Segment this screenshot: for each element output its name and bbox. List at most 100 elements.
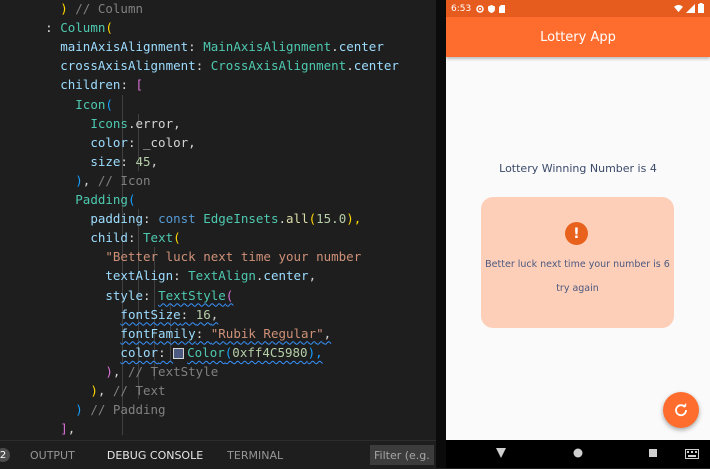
code-line[interactable]: color: Color(0xff4C5980), [0,343,323,362]
code-line[interactable]: size: 45, [0,152,158,171]
code-token: ( [105,96,113,112]
code-token: color [90,134,128,150]
status-bar: 6:53 [446,0,710,17]
code-token: ( [225,287,234,303]
code-line[interactable]: ) // Padding [0,400,165,419]
code-token: children [60,77,121,93]
code-token: ) [105,363,113,379]
home-circle-icon[interactable] [572,447,584,459]
code-token: , [67,421,76,437]
code-line[interactable]: "Better luck next time your number [0,247,361,266]
code-token: : [195,58,211,74]
code-token: // TextStyle [127,363,219,379]
code-token: : [143,211,159,227]
code-token: CrossAxisAlignment [210,58,347,74]
tab-debug-console[interactable]: DEBUG CONSOLE [107,443,203,468]
code-editor[interactable]: ) // Column : Column( mainAxisAlignment:… [0,0,436,440]
code-token: ), [307,344,323,360]
code-line[interactable]: ), // TextStyle [0,362,218,381]
code-token: mainAxisAlignment [60,39,189,55]
code-token: . [346,58,354,74]
try-again-text: try again [556,283,599,294]
code-token: . [331,39,339,55]
code-token: , [82,172,98,188]
refresh-button[interactable] [663,392,699,428]
code-token: Icons [90,115,128,131]
code-token: const [158,211,204,227]
code-token: : [127,230,144,246]
code-token: ( [173,230,181,246]
code-line[interactable]: padding: const EdgeInsets.all(15.0), [0,209,361,228]
code-line[interactable]: crossAxisAlignment: CrossAxisAlignment.c… [0,56,399,75]
tab-output[interactable]: OUTPUT [30,443,75,468]
code-token: , [97,383,113,398]
code-token: , [112,363,128,379]
app-title: Lottery App [540,29,616,45]
pane-divider [436,0,446,468]
winning-number-text: Lottery Winning Number is 4 [499,162,657,175]
code-line[interactable]: children: [ [0,75,143,94]
code-token: Text [143,230,174,246]
code-token: .error, [127,115,181,131]
code-line[interactable]: mainAxisAlignment: MainAxisAlignment.cen… [0,37,384,56]
code-line[interactable]: : Column( [0,18,113,37]
code-token: : [195,325,211,341]
code-token: Padding [75,192,128,207]
code-token: ) [75,172,83,188]
panel-tab-bar: 2 OUTPUT DEBUG CONSOLE TERMINAL [0,440,436,469]
keyboard-icon[interactable] [685,449,699,459]
code-token: fontFamily [120,325,196,341]
code-token: all [286,211,309,227]
code-line[interactable]: textAlign: TextAlign.center, [0,266,316,285]
code-line[interactable]: Icons.error, [0,114,181,133]
code-token: TextStyle [158,287,226,303]
code-line[interactable]: ), // Icon [0,171,151,190]
code-line[interactable]: color: _color, [0,133,196,152]
phone-emulator: 6:53 Lottery App Lottery Winning Number … [446,0,710,468]
code-line[interactable]: ), // Text [0,381,165,400]
code-token: , [323,325,332,341]
wifi-icon [674,4,683,12]
code-line[interactable]: style: TextStyle( [0,286,233,305]
recents-square-icon[interactable] [647,447,659,459]
code-line[interactable]: fontSize: 16, [0,305,218,324]
code-line[interactable]: ) // Column [0,0,143,18]
code-token: size [90,153,121,169]
sd-card-icon [499,4,506,13]
code-token: child [90,230,128,246]
tab-terminal[interactable]: TERMINAL [227,443,283,468]
status-time: 6:53 [451,3,472,14]
code-token: [ [135,77,144,93]
status-notification-icons [476,4,506,13]
problems-count-badge[interactable]: 2 [0,448,10,462]
code-token: ), [346,211,362,227]
back-triangle-icon[interactable] [495,447,507,459]
code-line[interactable]: child: Text( [0,228,181,247]
code-line[interactable]: ], [0,419,75,438]
code-token: // Icon [97,172,151,188]
code-token: . [278,211,287,227]
code-token: : _color, [127,134,196,150]
code-token: crossAxisAlignment [60,58,196,74]
filter-input[interactable] [370,445,434,465]
code-line[interactable]: Padding( [0,190,135,209]
code-line[interactable]: fontFamily: "Rubik Regular", [0,324,331,343]
status-system-icons [674,3,704,13]
color-swatch[interactable] [173,347,185,359]
android-nav-bar [446,440,710,468]
code-line[interactable]: Icon( [0,95,113,114]
battery-icon [698,3,704,13]
code-token: : [143,287,159,303]
